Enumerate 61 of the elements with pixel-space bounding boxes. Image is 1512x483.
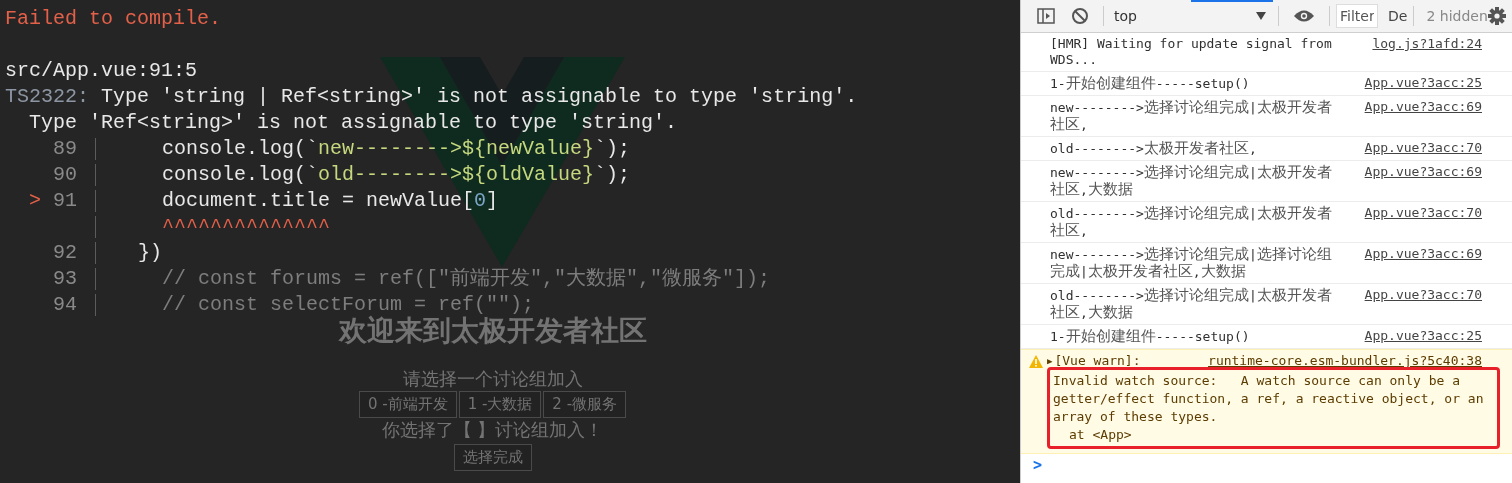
eye-icon (1293, 9, 1315, 23)
source-link[interactable]: App.vue?3acc:69 (1364, 246, 1482, 262)
live-expression-button[interactable] (1293, 9, 1315, 23)
filter-field[interactable]: Filter (1336, 4, 1378, 28)
log-message: 1-开始创建组件-----setup() (1050, 75, 1251, 92)
code-line: // const forums = ref(["前端开发","大数据","微服务"]); (161, 266, 771, 292)
source-link[interactable]: log.js?1afd:24 (1372, 36, 1482, 52)
line-number: 89 (53, 136, 77, 162)
log-message: new-------->选择讨论组完成|太极开发者社区, (1050, 99, 1333, 133)
error-code: TS2322: (5, 85, 89, 108)
console-prompt[interactable]: > (1033, 456, 1043, 474)
source-link[interactable]: App.vue?3acc:70 (1364, 287, 1482, 303)
selection-text: 你选择了【 】讨论组加入！ (381, 418, 604, 442)
source-link[interactable]: runtime-core.esm-bundler.js?5c40:38 (1208, 353, 1482, 367)
file-location: src/App.vue:91:5 (5, 58, 199, 84)
clear-console-button[interactable] (1071, 7, 1089, 25)
line-number: 93 (53, 266, 77, 292)
log-message: old-------->选择讨论组完成|太极开发者社区, (1050, 205, 1333, 239)
caret-icon (1256, 12, 1266, 20)
page-heading: 欢迎来到太极开发者社区 (338, 314, 647, 349)
error-message: Type 'string | Ref<string>' is not assignable to type 'string'. (101, 85, 858, 108)
log-message: old-------->选择讨论组完成|太极开发者社区,大数据 (1050, 287, 1333, 321)
source-link[interactable]: App.vue?3acc:25 (1364, 75, 1482, 91)
line-number: 92 (53, 240, 77, 266)
levels-dropdown[interactable]: De (1388, 8, 1408, 24)
code-line: }) (137, 240, 162, 266)
context-select[interactable]: top (1110, 8, 1272, 24)
source-link[interactable]: App.vue?3acc:70 (1364, 205, 1482, 221)
expand-toggle[interactable]: ▶ (1047, 353, 1053, 367)
log-message: 1-开始创建组件-----setup() (1050, 328, 1251, 345)
warning-icon (1029, 355, 1043, 368)
log-message: old-------->太极开发者社区, (1050, 140, 1258, 157)
source-link[interactable]: App.vue?3acc:25 (1364, 328, 1482, 344)
prompt-text: 请选择一个讨论组加入 (402, 367, 583, 391)
log-message: [HMR] Waiting for update signal from WDS... (1050, 36, 1333, 68)
settings-button[interactable] (1488, 7, 1506, 25)
warning-title: [Vue warn]: (1054, 353, 1141, 367)
code-line: // const selectForum = ref(""); (161, 292, 535, 316)
settings-icon (1488, 7, 1506, 25)
code-line: console.log(`old-------->${oldValue}`); (161, 162, 631, 188)
code-line: document.title = newValue[0] (161, 188, 499, 214)
error-underline: ^^^^^^^^^^^^^^ (161, 214, 331, 240)
stack-trace: at <App> (1068, 426, 1133, 444)
source-link[interactable]: App.vue?3acc:70 (1364, 140, 1482, 156)
sidebar-toggle-button[interactable] (1037, 8, 1055, 24)
error-marker: > (29, 188, 42, 214)
line-number: 94 (53, 292, 77, 318)
block-icon (1071, 7, 1089, 25)
error-title: Failed to compile. (5, 6, 223, 32)
warning-message: Invalid watch source: A watch source can only be a getter/effect function, a ref, a reactive object, or an array of these types. (1053, 372, 1485, 426)
code-line: console.log(`new-------->${newValue}`); (161, 136, 631, 162)
sidebar-icon (1037, 8, 1055, 24)
hidden-count: 2 hidden (1426, 8, 1488, 24)
error-detail: Type 'Ref<string>' is not assignable to type 'string'. (28, 110, 679, 136)
context-label: top (1114, 8, 1137, 24)
line-number: 91 (53, 188, 77, 214)
source-link[interactable]: App.vue?3acc:69 (1364, 99, 1482, 115)
log-message: new-------->选择讨论组完成|选择讨论组完成|太极开发者社区,大数据 (1050, 246, 1333, 280)
source-link[interactable]: App.vue?3acc:69 (1364, 164, 1482, 180)
line-number: 90 (53, 162, 77, 188)
log-message: new-------->选择讨论组完成|太极开发者社区,大数据 (1050, 164, 1333, 198)
